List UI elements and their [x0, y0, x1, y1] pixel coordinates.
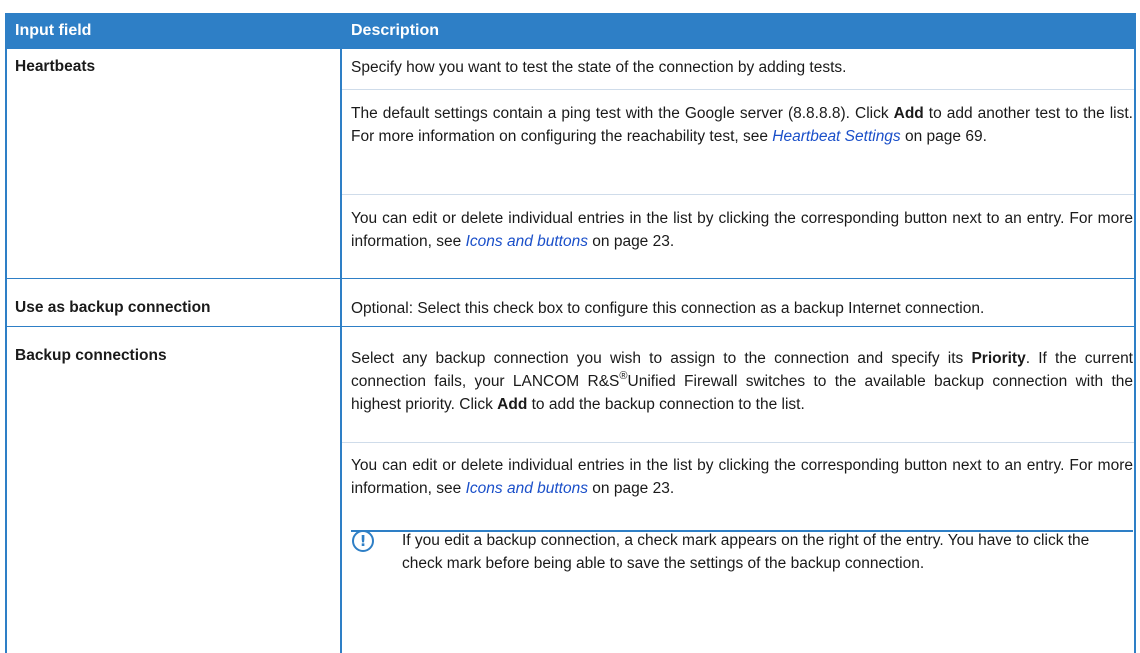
row-label-use-as-backup: Use as backup connection [15, 299, 211, 316]
text: on page 23. [587, 233, 675, 250]
row-label-heartbeats: Heartbeats [15, 58, 96, 75]
header-description: Description [351, 22, 440, 39]
paragraph-divider [342, 442, 1134, 443]
info-warning-icon: ! [352, 530, 374, 552]
table-column-divider [340, 49, 342, 653]
icons-and-buttons-link[interactable]: Icons and buttons [466, 480, 588, 497]
heartbeats-description-1: Specify how you want to test the state o… [351, 59, 847, 76]
table-right-border [1134, 49, 1136, 653]
note-text: If you edit a backup connection, a check… [402, 532, 1090, 572]
paragraph-divider [342, 89, 1134, 90]
add-keyword: Add [893, 105, 924, 122]
text: to add the backup connection to the list… [527, 396, 805, 413]
icons-and-buttons-link[interactable]: Icons and buttons [466, 233, 588, 250]
row-divider [5, 326, 1136, 327]
backup-connections-description-2: You can edit or delete individual entrie… [351, 454, 1133, 500]
text: on page 69. [900, 128, 987, 145]
paragraph-divider [342, 194, 1134, 195]
backup-connections-description-1: Select any backup connection you wish to… [351, 347, 1133, 416]
header-input-field: Input field [15, 22, 92, 39]
priority-keyword: Priority [971, 350, 1026, 367]
text: The default settings contain a ping test… [351, 105, 894, 122]
table-header: Input field Description [5, 13, 1136, 49]
text: on page 23. [587, 480, 675, 497]
table-left-border [5, 49, 7, 653]
row-divider [5, 278, 1136, 279]
add-keyword: Add [497, 396, 528, 413]
text: Select any backup connection you wish to… [351, 350, 972, 367]
heartbeats-description-2: The default settings contain a ping test… [351, 102, 1133, 148]
heartbeats-description-3: You can edit or delete individual entrie… [351, 207, 1133, 253]
registered-mark: ® [619, 370, 628, 382]
row-label-backup-connections: Backup connections [15, 347, 167, 364]
heartbeat-settings-link[interactable]: Heartbeat Settings [772, 128, 900, 145]
backup-use-description: Optional: Select this check box to confi… [351, 300, 985, 317]
